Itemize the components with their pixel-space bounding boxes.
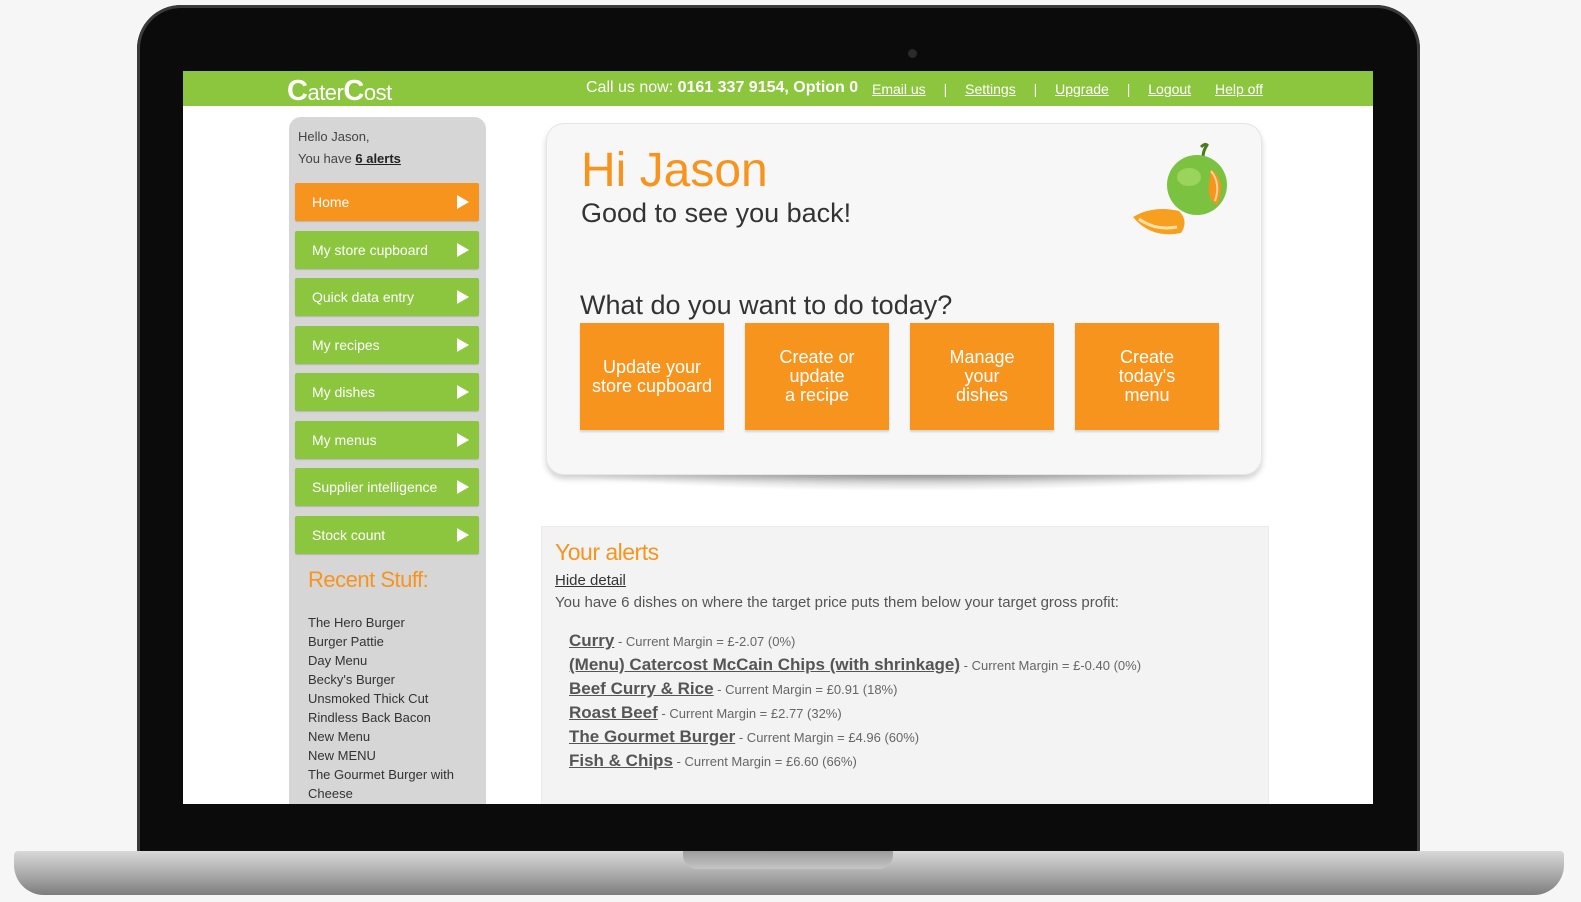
alert-item: Fish & Chips - Current Margin = £6.60 (6…	[569, 749, 1141, 773]
apple-orange-icon	[1133, 142, 1227, 235]
recent-stuff-title: Recent Stuff:	[308, 567, 429, 592]
alert-dish-link[interactable]: (Menu) Catercost McCain Chips (with shri…	[569, 655, 960, 674]
nav-home[interactable]: Home	[295, 183, 479, 221]
alert-margin: - Current Margin = £2.77 (32%)	[657, 706, 842, 721]
manage-dishes-button[interactable]: Manage your dishes	[910, 323, 1054, 430]
alert-margin: - Current Margin = £4.96 (60%)	[735, 730, 920, 745]
laptop-notch	[683, 851, 893, 869]
contact-info: Call us now: 0161 337 9154, Option 0	[586, 79, 858, 97]
arrow-right-icon	[457, 243, 469, 257]
recent-item[interactable]: Becky's Burger	[308, 670, 480, 689]
help-toggle-link[interactable]: Help off	[1215, 81, 1263, 97]
alert-dish-link[interactable]: Curry	[569, 631, 614, 650]
hide-detail-link[interactable]: Hide detail	[555, 572, 626, 589]
recent-item[interactable]: The Hero Burger	[308, 613, 480, 632]
greeting: Hello Jason, You have 6 alerts	[298, 126, 401, 170]
alert-dish-link[interactable]: The Gourmet Burger	[569, 727, 735, 746]
recent-list: The Hero Burger Burger Pattie Day Menu B…	[308, 613, 480, 803]
alert-item: Roast Beef - Current Margin = £2.77 (32%…	[569, 701, 1141, 725]
question-heading: What do you want to do today?	[580, 290, 953, 320]
alert-item: Curry - Current Margin = £-2.07 (0%)	[569, 629, 1141, 653]
alert-dish-link[interactable]: Beef Curry & Rice	[569, 679, 714, 698]
welcome-card: Hi Jason Good to see you back! What do y…	[546, 123, 1262, 475]
nav-quick-data-entry[interactable]: Quick data entry	[295, 278, 479, 316]
you-have-text: You have	[298, 151, 352, 166]
settings-link[interactable]: Settings	[965, 81, 1016, 97]
app-screen: CaterCost Call us now: 0161 337 9154, Op…	[183, 71, 1373, 804]
arrow-right-icon	[457, 195, 469, 209]
camera-icon	[908, 49, 917, 58]
alert-list: Curry - Current Margin = £-2.07 (0%) (Me…	[569, 629, 1141, 773]
alerts-panel: Your alerts Hide detail You have 6 dishe…	[541, 526, 1269, 804]
arrow-right-icon	[457, 290, 469, 304]
recent-item[interactable]: The Gourmet Burger with Cheese	[308, 765, 480, 803]
separator: |	[943, 81, 948, 97]
alerts-count-link[interactable]: 6 alerts	[355, 151, 401, 166]
email-us-link[interactable]: Email us	[872, 81, 926, 97]
nav-store-cupboard[interactable]: My store cupboard	[295, 231, 479, 269]
alert-margin: - Current Margin = £6.60 (66%)	[672, 754, 857, 769]
sidebar: Hello Jason, You have 6 alerts Home My s…	[289, 117, 486, 804]
separator: |	[1033, 81, 1038, 97]
top-bar: CaterCost Call us now: 0161 337 9154, Op…	[183, 71, 1373, 108]
recent-item[interactable]: Unsmoked Thick Cut	[308, 689, 480, 708]
separator: |	[1126, 81, 1131, 97]
nav-supplier-intelligence[interactable]: Supplier intelligence	[295, 468, 479, 506]
alert-dish-link[interactable]: Roast Beef	[569, 703, 658, 722]
hello-text: Hello Jason,	[298, 129, 370, 144]
alert-margin: - Current Margin = £-2.07 (0%)	[614, 634, 796, 649]
recent-item[interactable]: New MENU	[308, 746, 480, 765]
arrow-right-icon	[457, 385, 469, 399]
alert-item: (Menu) Catercost McCain Chips (with shri…	[569, 653, 1141, 677]
logout-link[interactable]: Logout	[1148, 81, 1191, 97]
call-label: Call us now:	[586, 79, 674, 96]
create-update-recipe-button[interactable]: Create or update a recipe	[745, 323, 889, 430]
nav-my-recipes[interactable]: My recipes	[295, 326, 479, 364]
alerts-title: Your alerts	[555, 539, 659, 565]
nav-my-menus[interactable]: My menus	[295, 421, 479, 459]
top-links: Email us | Settings | Upgrade | Logout H…	[872, 81, 1263, 97]
alert-dish-link[interactable]: Fish & Chips	[569, 751, 673, 770]
alert-item: The Gourmet Burger - Current Margin = £4…	[569, 725, 1141, 749]
recent-item[interactable]: Day Menu	[308, 651, 480, 670]
hi-heading: Hi Jason	[581, 144, 768, 197]
nav-stock-count[interactable]: Stock count	[295, 516, 479, 554]
recent-item[interactable]: Burger Pattie	[308, 632, 480, 651]
alerts-description: You have 6 dishes on where the target pr…	[555, 594, 1119, 611]
upgrade-link[interactable]: Upgrade	[1055, 81, 1109, 97]
catercost-logo[interactable]: CaterCost	[287, 75, 392, 108]
update-store-cupboard-button[interactable]: Update your store cupboard	[580, 323, 724, 430]
alert-margin: - Current Margin = £-0.40 (0%)	[960, 658, 1142, 673]
arrow-right-icon	[457, 480, 469, 494]
arrow-right-icon	[457, 338, 469, 352]
phone-number: 0161 337 9154, Option 0	[677, 79, 859, 96]
arrow-right-icon	[457, 433, 469, 447]
welcome-subheading: Good to see you back!	[581, 198, 852, 228]
alert-margin: - Current Margin = £0.91 (18%)	[713, 682, 898, 697]
alert-item: Beef Curry & Rice - Current Margin = £0.…	[569, 677, 1141, 701]
arrow-right-icon	[457, 528, 469, 542]
recent-item[interactable]: New Menu	[308, 727, 480, 746]
create-todays-menu-button[interactable]: Create today's menu	[1075, 323, 1219, 430]
recent-item[interactable]: Rindless Back Bacon	[308, 708, 480, 727]
nav-my-dishes[interactable]: My dishes	[295, 373, 479, 411]
